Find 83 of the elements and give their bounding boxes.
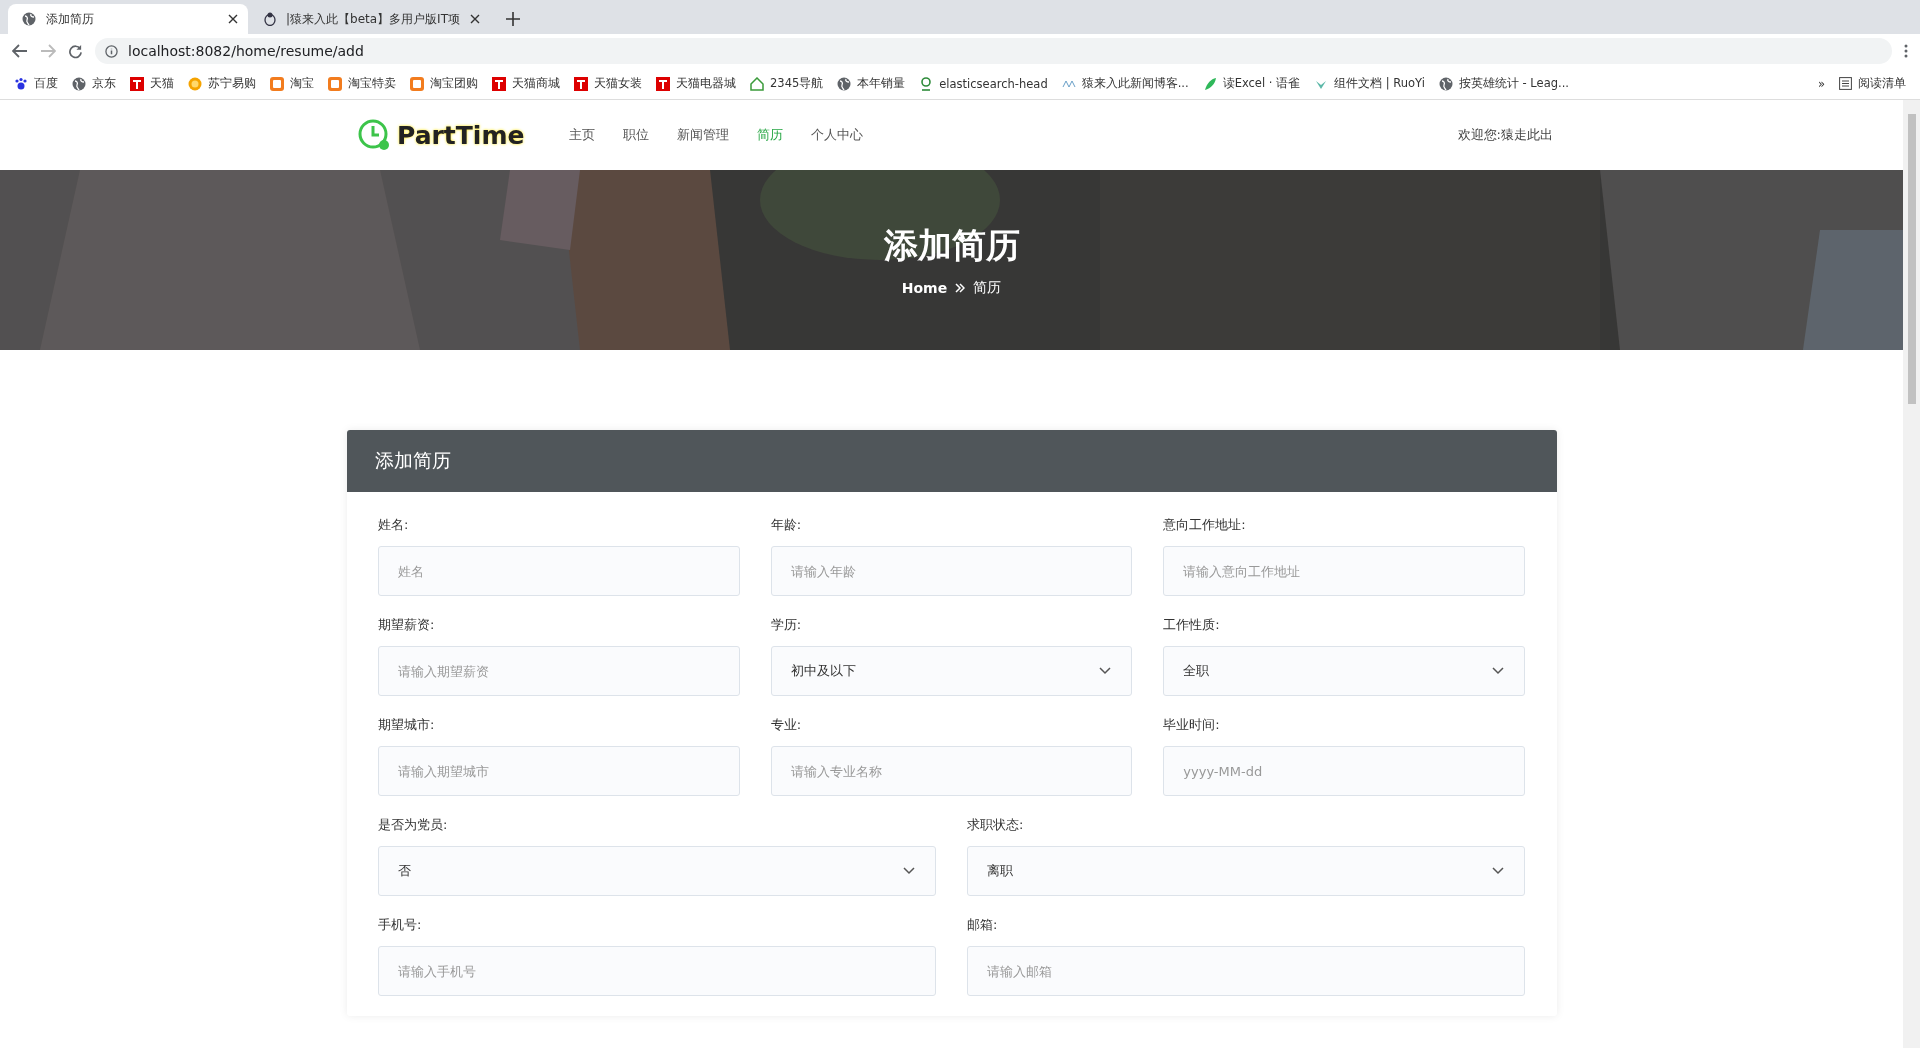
bookmark-link[interactable]: 天猫: [130, 76, 174, 91]
bookmark-link[interactable]: 天猫女装: [574, 76, 642, 91]
bookmark-link[interactable]: 淘宝: [270, 76, 314, 91]
info-icon: [105, 44, 118, 58]
input-field[interactable]: 请输入邮箱: [967, 946, 1525, 996]
close-icon[interactable]: [228, 14, 238, 24]
welcome-text: 欢迎您:猿走此出: [1457, 126, 1553, 144]
new-tab-icon[interactable]: [506, 12, 520, 26]
bookmark-link[interactable]: 京东: [72, 76, 116, 91]
bookmark-link[interactable]: 本年销量: [837, 76, 906, 91]
nav-link[interactable]: 个人中心: [811, 126, 864, 144]
field-label: 意向工作地址:: [1163, 516, 1247, 534]
clock-icon: [357, 118, 391, 152]
field-label: 期望薪资:: [378, 616, 436, 634]
select-field[interactable]: 否: [378, 846, 936, 896]
close-icon[interactable]: [470, 14, 480, 24]
url-text: localhost:8082/home/resume/add: [128, 43, 364, 59]
field-label: 期望城市:: [378, 716, 436, 734]
breadcrumb-link[interactable]: Home: [901, 280, 948, 296]
input-field[interactable]: 请输入手机号: [378, 946, 936, 996]
browser-tab[interactable]: |猿来入此【beta】多用户版IT项: [250, 4, 490, 34]
bookmark-link[interactable]: elasticsearch-head: [919, 76, 1048, 91]
chevron-down-icon: [1492, 867, 1504, 875]
globe-icon: [22, 12, 36, 26]
input-field[interactable]: yyyy-MM-dd: [1163, 746, 1525, 796]
field-label: 求职状态:: [967, 816, 1025, 834]
card-header: 添加简历: [347, 430, 1557, 492]
bookmark-link[interactable]: 天猫电器城: [656, 76, 736, 91]
select-field[interactable]: 全职: [1163, 646, 1525, 696]
field-label: 邮箱:: [967, 916, 999, 934]
parttime-logo[interactable]: PartTime: [357, 118, 525, 152]
bookmark-link[interactable]: 读Excel · 语雀: [1202, 76, 1301, 91]
globe-icon: [1438, 76, 1453, 91]
t-logo-icon: [656, 76, 670, 91]
bookmarks-overflow[interactable]: »: [1817, 76, 1825, 91]
field-label: 工作性质:: [1163, 616, 1221, 634]
bookmark-link[interactable]: 苏宁易购: [188, 76, 256, 91]
t-logo-icon: [492, 76, 506, 91]
select-field[interactable]: 初中及以下: [770, 646, 1133, 696]
input-field[interactable]: 请输入期望薪资: [378, 646, 740, 696]
address-bar[interactable]: localhost:8082/home/resume/add: [95, 38, 1892, 64]
chevron-down-icon: [1492, 667, 1504, 675]
page-title: 添加简历: [883, 224, 1020, 267]
input-field[interactable]: 请输入期望城市: [378, 746, 740, 796]
bookmark-link[interactable]: 按英雄统计 - Leag...: [1438, 76, 1569, 91]
bookmark-link[interactable]: 百度: [14, 76, 58, 91]
bookmark-link[interactable]: 淘宝团购: [410, 76, 478, 91]
field-label: 手机号:: [378, 916, 423, 934]
scrollbar[interactable]: [1903, 100, 1920, 1048]
input-field[interactable]: 请输入专业名称: [770, 746, 1133, 796]
bookmark-link[interactable]: 2345导航: [750, 76, 824, 91]
select-field[interactable]: 离职: [967, 846, 1525, 896]
chevron-down-icon: [903, 867, 915, 875]
t-logo-icon: [574, 76, 588, 91]
paw-icon: [14, 76, 28, 91]
house-icon: [750, 76, 764, 91]
reload-icon[interactable]: [68, 43, 83, 59]
bookmark-link[interactable]: 天猫商城: [492, 76, 560, 91]
t-logo-icon: [130, 76, 144, 91]
globe-icon: [72, 76, 86, 91]
chevron-down-icon: [1099, 667, 1112, 675]
list-icon: [1839, 77, 1852, 90]
nav-link[interactable]: 新闻管理: [677, 126, 730, 144]
field-label: 毕业时间:: [1163, 716, 1221, 734]
bookmark-link[interactable]: 淘宝特卖: [328, 76, 396, 91]
field-label: 学历:: [770, 616, 803, 634]
input-field[interactable]: 请输入年龄: [770, 546, 1133, 596]
double-chevron-icon: [955, 283, 966, 293]
bookmark-link[interactable]: 猿来入此新闻博客...: [1061, 76, 1189, 91]
input-field[interactable]: 请输入意向工作地址: [1163, 546, 1525, 596]
field-label: 年龄:: [770, 516, 803, 534]
bookmark-link[interactable]: 组件文档 | RuoYi: [1314, 76, 1425, 91]
field-label: 是否为党员:: [378, 816, 449, 834]
back-icon[interactable]: [12, 44, 28, 58]
browser-tab[interactable]: 添加简历: [8, 4, 248, 34]
reading-list-button[interactable]: 阅读清单: [1839, 76, 1906, 91]
field-label: 专业:: [770, 716, 803, 734]
input-field[interactable]: 姓名: [378, 546, 740, 596]
nav-link[interactable]: 主页: [569, 126, 596, 144]
nav-link[interactable]: 职位: [623, 126, 650, 144]
globe-icon: [837, 76, 852, 91]
field-label: 姓名:: [378, 516, 410, 534]
more-icon[interactable]: [1904, 44, 1908, 58]
